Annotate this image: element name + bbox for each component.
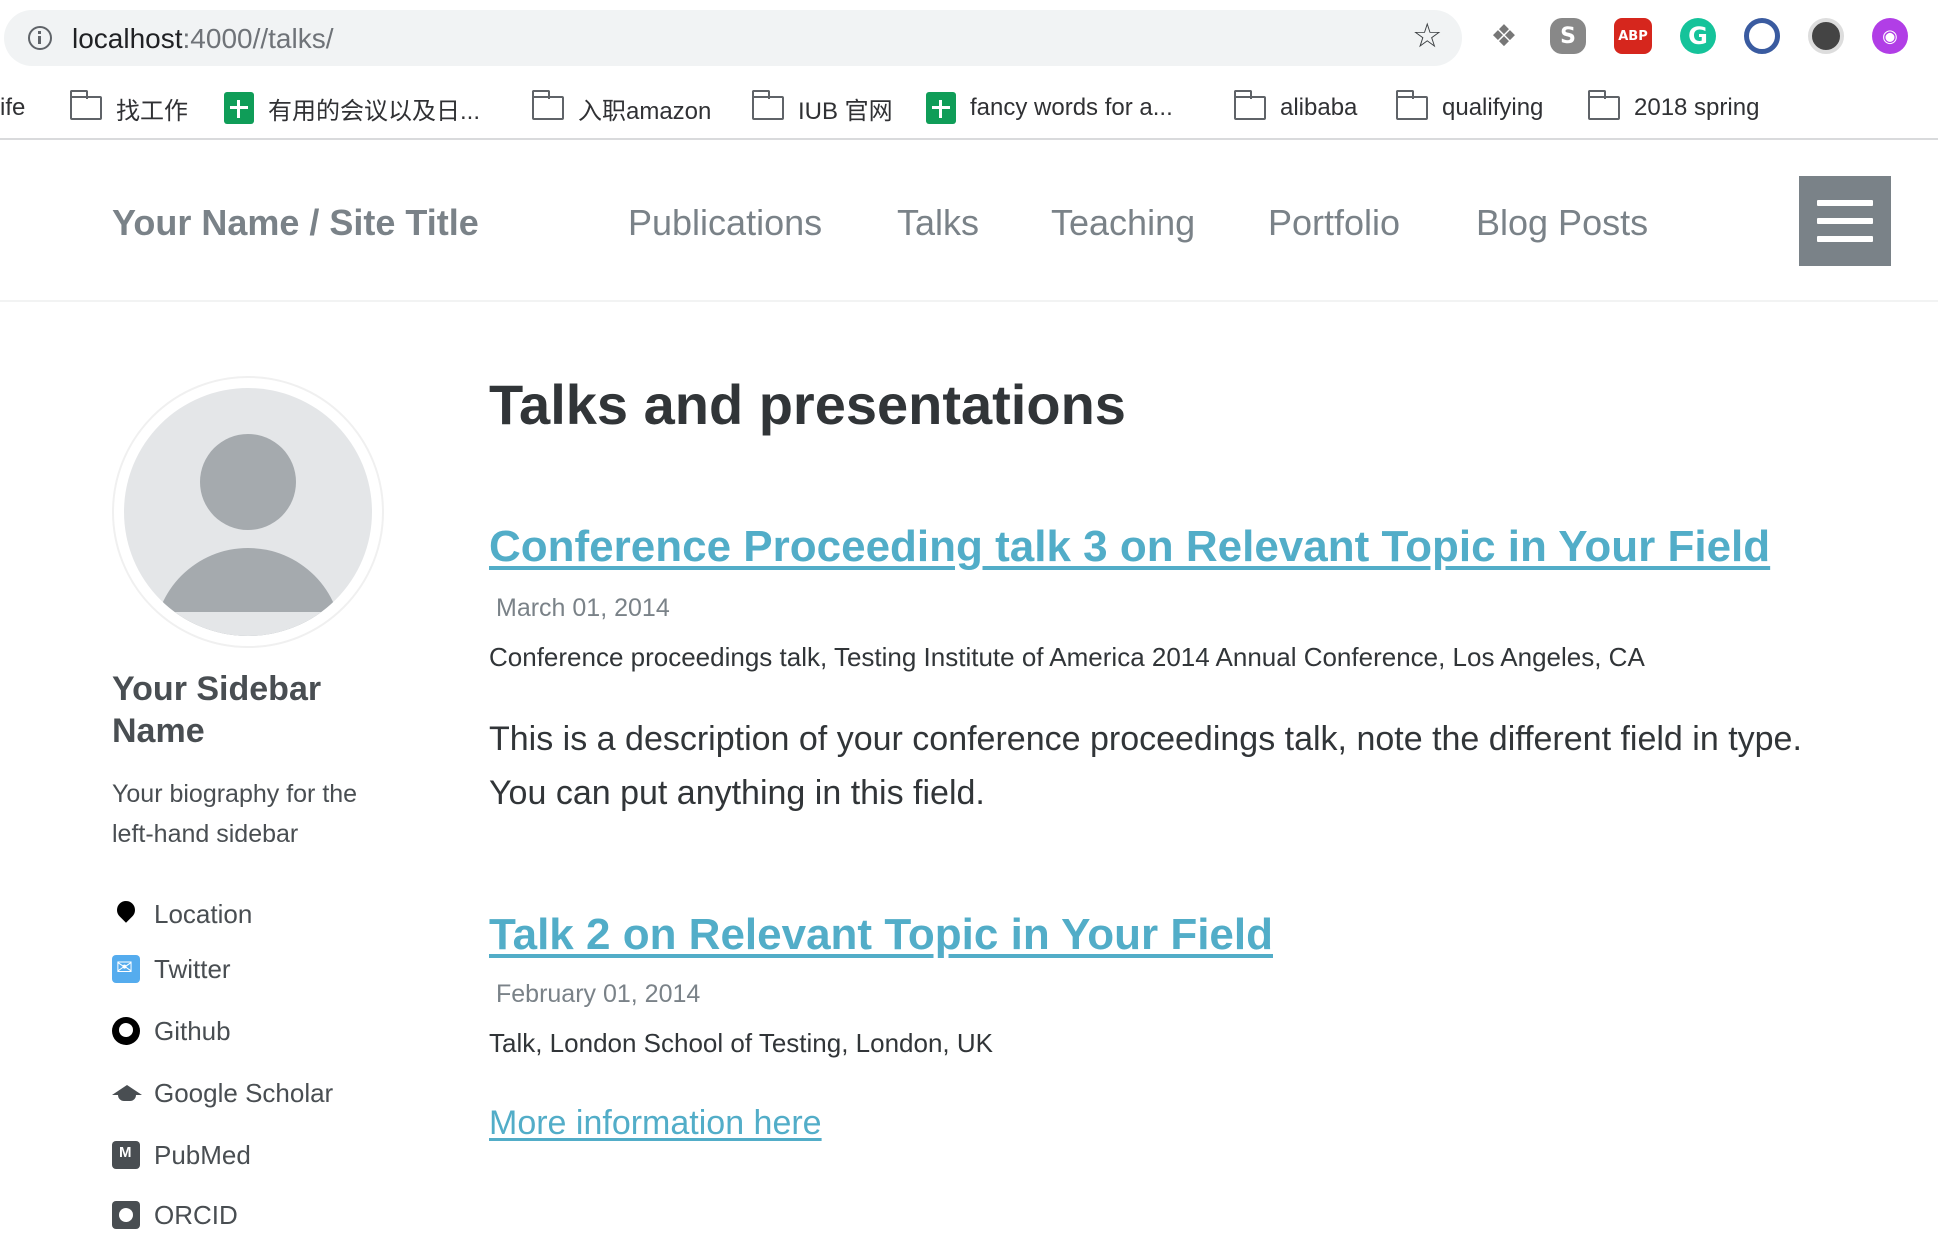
- bookmark-label: alibaba: [1280, 94, 1358, 121]
- folder-icon: [1587, 90, 1620, 120]
- talk-date: February 01, 2014: [496, 980, 701, 1008]
- sidebar-link-label: Github: [154, 1015, 231, 1046]
- octo-extension-icon[interactable]: ◉: [1872, 18, 1908, 54]
- bookmark-label: 找工作: [116, 97, 188, 125]
- graduation-cap-icon: [112, 1079, 142, 1107]
- browser-toolbar: localhost:4000//talks/ ☆ ❖ S ABP G ◉: [0, 0, 1938, 78]
- dropbox-icon[interactable]: ❖: [1486, 18, 1522, 54]
- bookmark-label: qualifying: [1442, 94, 1544, 121]
- bookmark-item[interactable]: IUB 官网: [751, 88, 893, 128]
- bookmark-label: ife: [0, 94, 26, 121]
- site-title-link[interactable]: Your Name / Site Title: [112, 202, 479, 244]
- bookmark-item[interactable]: 入职amazon: [531, 88, 712, 128]
- avatar-image: [124, 388, 372, 636]
- skype-icon[interactable]: S: [1550, 18, 1586, 54]
- nav-blog-posts[interactable]: Blog Posts: [1476, 202, 1648, 244]
- talk-title-link[interactable]: Talk 2 on Relevant Topic in Your Field: [489, 910, 1273, 960]
- bookmark-item[interactable]: 2018 spring: [1587, 88, 1760, 128]
- sidebar-link-orcid[interactable]: ORCID: [112, 1197, 238, 1233]
- bookmark-label: 2018 spring: [1634, 94, 1760, 121]
- bookmark-item[interactable]: ife: [0, 88, 25, 128]
- talk-date: March 01, 2014: [496, 594, 670, 622]
- bookmark-label: 入职amazon: [578, 97, 712, 125]
- sidebar-link-google-scholar[interactable]: Google Scholar: [112, 1075, 333, 1111]
- talk-title-link[interactable]: Conference Proceeding talk 3 on Relevant…: [489, 522, 1770, 572]
- url-text[interactable]: localhost:4000//talks/: [72, 23, 334, 55]
- sidebar-link-label: PubMed: [154, 1139, 251, 1170]
- grammarly-icon[interactable]: G: [1680, 18, 1716, 54]
- orcid-icon: [112, 1201, 140, 1229]
- talk-description: This is a description of your conference…: [489, 720, 1802, 812]
- bookmark-item[interactable]: 有用的会议以及日...: [224, 88, 480, 128]
- sidebar-link-location: Location: [112, 896, 252, 932]
- folder-icon: [751, 90, 784, 120]
- more-information-link[interactable]: More information here: [489, 1104, 822, 1143]
- bookmark-item[interactable]: 找工作: [69, 88, 188, 128]
- bookmarks-bar: ife 找工作 有用的会议以及日... 入职amazon IUB 官网 fanc…: [0, 78, 1938, 140]
- sidebar-author-name: Your Sidebar Name: [112, 670, 322, 750]
- avatar-head: [200, 434, 296, 530]
- sidebar-link-label: Google Scholar: [154, 1077, 334, 1108]
- site-masthead: Your Name / Site Title Publications Talk…: [0, 140, 1938, 302]
- folder-icon: [1233, 90, 1266, 120]
- hamburger-line: [1817, 200, 1873, 206]
- folder-icon: [1395, 90, 1428, 120]
- github-icon: [112, 1017, 140, 1045]
- bookmark-item[interactable]: fancy words for a...: [926, 88, 1173, 128]
- pubmed-icon: [112, 1141, 140, 1169]
- nav-publications[interactable]: Publications: [628, 202, 822, 244]
- moon-extension-icon[interactable]: [1808, 18, 1844, 54]
- sidebar-link-label: ORCID: [154, 1199, 238, 1230]
- sidebar-link-github[interactable]: Github: [112, 1013, 231, 1049]
- sidebar-bio: Your biography for the left-hand sidebar: [112, 780, 358, 848]
- sidebar-link-label: Location: [154, 898, 253, 929]
- bookmark-label: IUB 官网: [798, 97, 893, 125]
- talk-type-venue: Conference proceedings talk, Testing Ins…: [489, 642, 1645, 672]
- sheets-icon: [926, 92, 956, 124]
- hamburger-line: [1817, 236, 1873, 242]
- bookmark-label: 有用的会议以及日...: [268, 97, 481, 125]
- sidebar-link-label: Twitter: [154, 953, 231, 984]
- bookmark-star-icon[interactable]: ☆: [1412, 19, 1442, 53]
- sidebar-link-pubmed[interactable]: PubMed: [112, 1137, 251, 1173]
- nav-portfolio[interactable]: Portfolio: [1268, 202, 1400, 244]
- page-title: Talks and presentations: [489, 373, 1126, 436]
- adblock-plus-icon[interactable]: ABP: [1614, 18, 1652, 54]
- address-bar[interactable]: localhost:4000//talks/ ☆: [4, 10, 1462, 66]
- hamburger-line: [1817, 218, 1873, 224]
- bookmark-label: fancy words for a...: [970, 94, 1173, 121]
- bookmark-item[interactable]: qualifying: [1395, 88, 1544, 128]
- location-pin-icon: [112, 900, 140, 928]
- site-info-icon[interactable]: [28, 26, 52, 50]
- nav-talks[interactable]: Talks: [897, 202, 979, 244]
- hamburger-menu-button[interactable]: [1799, 176, 1891, 266]
- folder-icon: [531, 90, 564, 120]
- bookmark-item[interactable]: alibaba: [1233, 88, 1358, 128]
- twitter-icon: [112, 955, 140, 983]
- folder-icon: [69, 90, 102, 120]
- sidebar-link-twitter[interactable]: Twitter: [112, 951, 231, 987]
- talk-type-venue: Talk, London School of Testing, London, …: [489, 1028, 993, 1058]
- avatar: [112, 376, 384, 648]
- nav-teaching[interactable]: Teaching: [1051, 202, 1195, 244]
- sheets-icon: [224, 92, 254, 124]
- q-extension-icon[interactable]: [1744, 18, 1780, 54]
